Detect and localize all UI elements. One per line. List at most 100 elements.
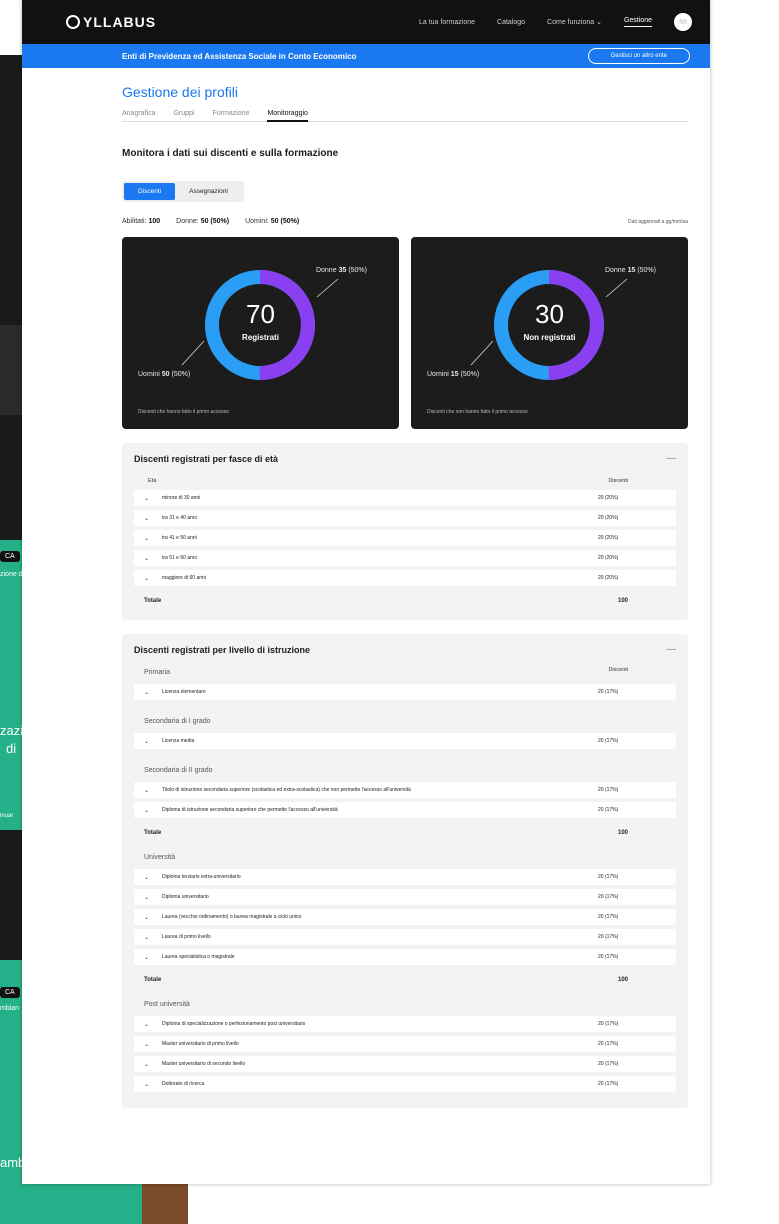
nav-la-tua-formazione[interactable]: La tua formazione xyxy=(419,19,475,26)
chevron-down-icon[interactable]: ⌄ xyxy=(144,1061,162,1068)
tab-formazione[interactable]: Formazione xyxy=(212,110,249,117)
table-row[interactable]: ⌄ Diploma di istruzione secondaria superi… xyxy=(134,802,676,818)
nav-come-funziona-label: Come funziona xyxy=(547,19,595,26)
tab-anagrafica[interactable]: Anagrafica xyxy=(122,110,155,117)
table-row[interactable]: ⌄ Laurea specialistica o magistrale 20 (17… xyxy=(134,949,676,965)
total-value: 100 xyxy=(617,830,628,836)
women-pct: (50%) xyxy=(348,267,367,274)
total-label: Totale xyxy=(144,598,162,604)
table-row[interactable]: ⌄ Master universitario di secondo livello… xyxy=(134,1056,676,1072)
row-label: tra 41 e 50 anni xyxy=(162,535,197,541)
segment-assegnazioni[interactable]: Assegnazioni xyxy=(175,183,242,200)
panel-header[interactable]: Discenti registrati per fasce di età — xyxy=(134,453,676,464)
total-label: Totale xyxy=(144,977,162,983)
row-label: Diploma terziario extra-universitario xyxy=(162,874,241,880)
leader-line xyxy=(316,278,339,298)
row-value: 20 (17%) xyxy=(598,1081,619,1087)
table-row[interactable]: ⌄ Dottorato di ricerca 20 (17%) xyxy=(134,1076,676,1092)
chevron-down-icon[interactable]: ⌄ xyxy=(144,1041,162,1048)
row-value: 20 (17%) xyxy=(598,874,619,880)
nav-gestione[interactable]: Gestione xyxy=(623,17,652,27)
chevron-down-icon[interactable]: ⌄ xyxy=(144,954,162,961)
chevron-down-icon[interactable]: ⌄ xyxy=(144,894,162,901)
table-row[interactable]: ⌄ Laurea (vecchio ordinamento) o laurea m… xyxy=(134,909,676,925)
chevron-down-icon[interactable]: ⌄ xyxy=(144,787,162,794)
logo[interactable]: YLLABUS xyxy=(66,14,156,30)
row-label: Diploma di specializzazione o perfeziona… xyxy=(162,1021,306,1027)
background-text: mbian xyxy=(0,1005,20,1012)
stat-uomini: Uomini: 50 (50%) xyxy=(245,218,299,225)
chevron-down-icon[interactable]: ⌄ xyxy=(144,555,162,562)
row-value: 20 (20%) xyxy=(598,515,619,521)
logo-icon xyxy=(66,15,80,29)
chevron-down-icon[interactable]: ⌄ xyxy=(144,738,162,745)
chevron-down-icon[interactable]: ⌄ xyxy=(144,495,162,502)
tab-monitoraggio[interactable]: Monitoraggio xyxy=(267,110,308,122)
row-value: 20 (17%) xyxy=(598,954,619,960)
chevron-down-icon[interactable]: ⌄ xyxy=(144,914,162,921)
row-value: 20 (17%) xyxy=(598,1021,619,1027)
row-value: 20 (17%) xyxy=(598,689,619,695)
panel-title: Discenti registrati per fasce di età xyxy=(134,453,279,464)
table-row[interactable]: ⌄ Laurea di primo livello 20 (17%) xyxy=(134,929,676,945)
chevron-down-icon[interactable]: ⌄ xyxy=(144,807,162,814)
tab-gruppi[interactable]: Gruppi xyxy=(173,110,194,117)
segmented-control: Discenti Assegnazioni xyxy=(122,181,244,202)
card-description: Discenti che hanno fatto il primo access… xyxy=(138,409,229,415)
switch-ente-button[interactable]: Gestisci un altro ente xyxy=(587,48,690,64)
table-row[interactable]: ⌄ Diploma di specializzazione o perfezion… xyxy=(134,1016,676,1032)
updated-note: Dati aggiornati a gg/mm/aa xyxy=(627,218,688,225)
chevron-down-icon[interactable]: ⌄ xyxy=(144,575,162,582)
leader-line xyxy=(605,278,628,298)
chevron-down-icon[interactable]: ⌄ xyxy=(144,1021,162,1028)
chevron-down-icon[interactable]: ⌄ xyxy=(144,1081,162,1088)
table-row[interactable]: ⌄ tra 31 e 40 anni 20 (20%) xyxy=(134,510,676,526)
table-row[interactable]: ⌄ Diploma terziario extra-universitario 20… xyxy=(134,869,676,885)
table-row[interactable]: ⌄ Licenza elementare 20 (17%) xyxy=(134,684,676,700)
women-label: Donne 15 (50%) xyxy=(605,267,656,274)
avatar[interactable]: MI xyxy=(674,13,692,31)
table-row[interactable]: ⌄ tra 51 e 60 anni 20 (20%) xyxy=(134,550,676,566)
women-text: Donne xyxy=(604,267,626,274)
row-value: 20 (17%) xyxy=(598,934,619,940)
row-value: 20 (17%) xyxy=(598,1061,619,1067)
top-navbar: YLLABUS La tua formazione Catalogo Come … xyxy=(22,0,710,44)
chevron-down-icon: ⌄ xyxy=(596,19,602,26)
age-panel: Discenti registrati per fasce di età — E… xyxy=(122,443,688,620)
table-row[interactable]: ⌄ Titolo di istruzione secondaria superio… xyxy=(134,782,676,798)
background-tag: CA xyxy=(0,551,20,562)
table-row[interactable]: ⌄ tra 41 e 50 anni 20 (20%) xyxy=(134,530,676,546)
row-value: 20 (17%) xyxy=(598,787,619,793)
row-label: tra 51 e 60 anni xyxy=(162,555,197,561)
chevron-down-icon[interactable]: ⌄ xyxy=(144,535,162,542)
nav-come-funziona[interactable]: Come funziona ⌄ xyxy=(547,18,602,26)
background-text: inuar xyxy=(0,813,14,819)
table-row[interactable]: ⌄ minore di 30 anni 20 (20%) xyxy=(134,490,676,506)
chevron-down-icon[interactable]: ⌄ xyxy=(144,515,162,522)
total-value: 100 xyxy=(617,598,628,604)
panel-header[interactable]: Discenti registrati per livello di istru… xyxy=(134,644,676,655)
stats-summary: Abilitati: 100 Donne: 50 (50%) Uomini: 5… xyxy=(122,218,688,225)
stat-value: 100 xyxy=(148,218,161,225)
stat-abilitati: Abilitati: 100 xyxy=(122,218,160,225)
segment-discenti[interactable]: Discenti xyxy=(124,183,176,200)
profile-tabs: Anagrafica Gruppi Formazione Monitoraggi… xyxy=(122,110,688,122)
table-row[interactable]: ⌄ maggiore di 60 anni 20 (20%) xyxy=(134,570,676,586)
row-label: Licenza media xyxy=(162,738,195,744)
collapse-icon[interactable]: — xyxy=(666,644,676,655)
table-row[interactable]: ⌄ Diploma universitario 20 (17%) xyxy=(134,889,676,905)
row-label: Laurea (vecchio ordinamento) o laurea ma… xyxy=(162,914,302,920)
unregistered-card: 30 Non registrati Donne 15 (50%) Uomini … xyxy=(411,237,688,429)
registered-card: 70 Registrati Donne 35 (50%) Uomini 50 (… xyxy=(122,237,399,429)
chevron-down-icon[interactable]: ⌄ xyxy=(144,934,162,941)
background-text: zazi xyxy=(0,723,24,738)
table-row[interactable]: ⌄ Licenza media 20 (17%) xyxy=(134,733,676,749)
table-row[interactable]: ⌄ Master universitario di primo livello 20… xyxy=(134,1036,676,1052)
chevron-down-icon[interactable]: ⌄ xyxy=(144,689,162,696)
screenshot-page: YLLABUS La tua formazione Catalogo Come … xyxy=(22,0,710,1184)
chevron-down-icon[interactable]: ⌄ xyxy=(144,874,162,881)
collapse-icon[interactable]: — xyxy=(666,453,676,464)
nav-catalogo[interactable]: Catalogo xyxy=(497,19,525,26)
women-label: Donne 35 (50%) xyxy=(316,267,367,274)
stat-label: Abilitati: xyxy=(122,218,147,225)
